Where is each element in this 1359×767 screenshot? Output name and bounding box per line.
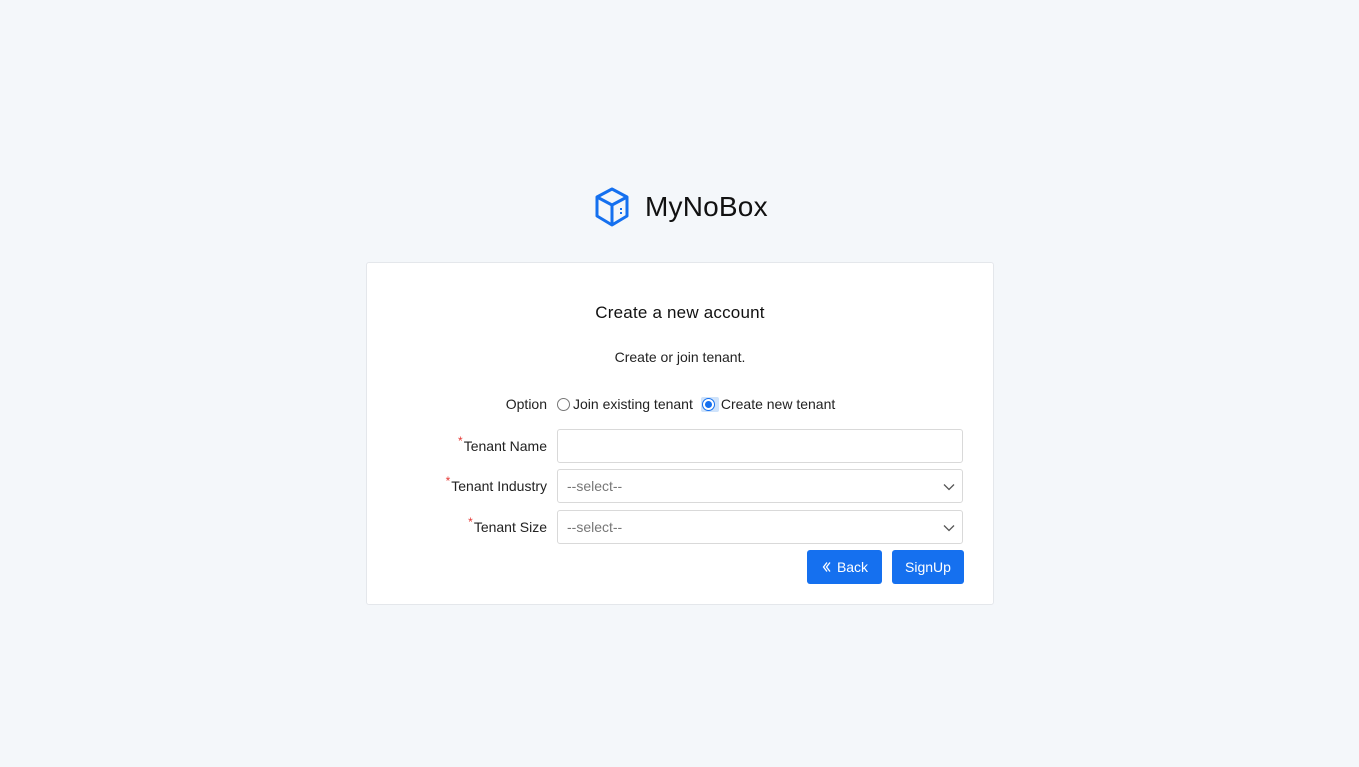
create-new-tenant-option[interactable]: Create new tenant — [700, 396, 836, 412]
tenant-size-row: *Tenant Size --select-- — [367, 510, 993, 544]
radio-focus-highlight — [700, 396, 719, 412]
signup-button-label: SignUp — [905, 559, 951, 575]
required-marker: * — [445, 474, 451, 488]
actions-row: Back SignUp — [367, 550, 993, 584]
card-subtitle: Create or join tenant. — [614, 349, 746, 365]
chevron-down-icon — [943, 484, 955, 491]
option-label: Option — [505, 396, 547, 412]
join-existing-tenant-option[interactable]: Join existing tenant — [557, 396, 693, 412]
tenant-size-selected: --select-- — [567, 519, 623, 535]
create-new-tenant-label: Create new tenant — [720, 396, 836, 412]
tenant-industry-select[interactable]: --select-- — [557, 469, 963, 503]
option-row: Option Join existing tenant Create new t… — [367, 387, 993, 421]
tenant-size-label: *Tenant Size — [468, 515, 547, 535]
tenant-name-input[interactable] — [557, 429, 963, 463]
signup-card: Create a new account Create or join tena… — [366, 262, 994, 605]
tenant-industry-selected: --select-- — [567, 478, 623, 494]
brand-header: MyNoBox — [592, 186, 768, 228]
back-button[interactable]: Back — [807, 550, 882, 584]
required-marker: * — [468, 515, 473, 529]
join-existing-tenant-radio[interactable] — [557, 397, 570, 411]
tenant-industry-label: *Tenant Industry — [445, 474, 547, 494]
chevron-down-icon — [943, 525, 955, 532]
tenant-name-row: *Tenant Name — [367, 429, 993, 463]
card-title: Create a new account — [595, 303, 765, 322]
tenant-size-select[interactable]: --select-- — [557, 510, 963, 544]
required-marker: * — [458, 434, 463, 448]
join-existing-tenant-label: Join existing tenant — [573, 396, 693, 412]
double-chevron-left-icon — [822, 562, 831, 572]
create-new-tenant-radio[interactable] — [701, 397, 715, 411]
signup-page: MyNoBox Create a new account Create or j… — [0, 0, 1359, 767]
brand-name: MyNoBox — [645, 191, 768, 222]
cube-icon — [595, 187, 629, 227]
tenant-name-label: *Tenant Name — [458, 434, 547, 454]
tenant-industry-row: *Tenant Industry --select-- — [367, 469, 993, 503]
signup-button[interactable]: SignUp — [892, 550, 964, 584]
back-button-label: Back — [836, 559, 869, 575]
tenant-option-group: Join existing tenant Create new tenant — [557, 387, 843, 421]
